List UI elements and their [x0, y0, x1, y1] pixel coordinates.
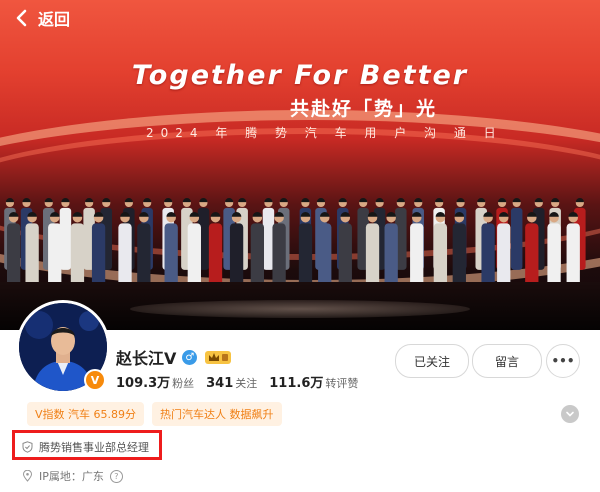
- message-button[interactable]: 留言: [472, 344, 542, 378]
- stat-value: 341: [206, 376, 234, 391]
- stat-interactions[interactable]: 111.6万 转评赞: [269, 372, 358, 391]
- profile-tags: V指数 汽车 65.89分 热门汽车达人 数据飙升: [27, 402, 282, 426]
- followed-button[interactable]: 已关注: [395, 344, 469, 378]
- shield-check-icon: [22, 441, 33, 453]
- help-question-icon[interactable]: ?: [109, 469, 123, 483]
- vip-crown-icon: [205, 351, 232, 364]
- stat-value: 109.3万: [116, 376, 171, 391]
- ip-location: IP属地：广东: [39, 470, 104, 483]
- ip-location-row: IP属地：广东 ?: [22, 468, 123, 484]
- profile-stats: 109.3万 粉丝 341 关注 111.6万 转评赞: [116, 372, 358, 391]
- chevron-left-icon: [16, 9, 27, 27]
- profile-name: 赵长江V: [116, 349, 177, 368]
- location-pin-icon: [22, 470, 33, 482]
- cover-banner: Together For Better 共赴好「势」光 2024 年 腾 势 汽…: [0, 0, 600, 330]
- stage-light: [130, 300, 470, 318]
- chevron-down-icon: [566, 411, 574, 417]
- banner-subheadline: 共赴好「势」光: [290, 98, 438, 120]
- stat-label: 转评赞: [325, 377, 359, 390]
- stat-followers[interactable]: 109.3万 粉丝: [116, 372, 194, 391]
- male-gender-icon: ♂: [182, 349, 198, 365]
- crowd-person: [59, 198, 72, 270]
- crowd-person: [510, 198, 523, 270]
- expand-profile-button[interactable]: [561, 405, 579, 423]
- stat-value: 111.6万: [269, 376, 324, 391]
- verified-badge-icon: V: [84, 369, 106, 391]
- tag-v-index[interactable]: V指数 汽车 65.89分: [27, 402, 145, 426]
- banner-headline: Together For Better: [131, 60, 469, 91]
- stat-following[interactable]: 341 关注: [206, 372, 257, 391]
- stat-label: 关注: [235, 377, 258, 390]
- profile-name-row: 赵长江V ♂: [116, 345, 232, 369]
- job-title: 腾势销售事业部总经理: [39, 441, 149, 454]
- group-photo-crowd: [4, 198, 586, 296]
- banner-event-line: 2024 年 腾 势 汽 车 用 户 沟 通 日: [146, 126, 503, 140]
- back-button[interactable]: 返回: [12, 6, 70, 30]
- tag-hot-creator[interactable]: 热门汽车达人 数据飙升: [152, 402, 282, 426]
- job-title-row: 腾势销售事业部总经理: [22, 439, 149, 455]
- back-label: 返回: [38, 10, 71, 29]
- stat-label: 粉丝: [172, 377, 195, 390]
- more-options-button[interactable]: •••: [546, 344, 580, 378]
